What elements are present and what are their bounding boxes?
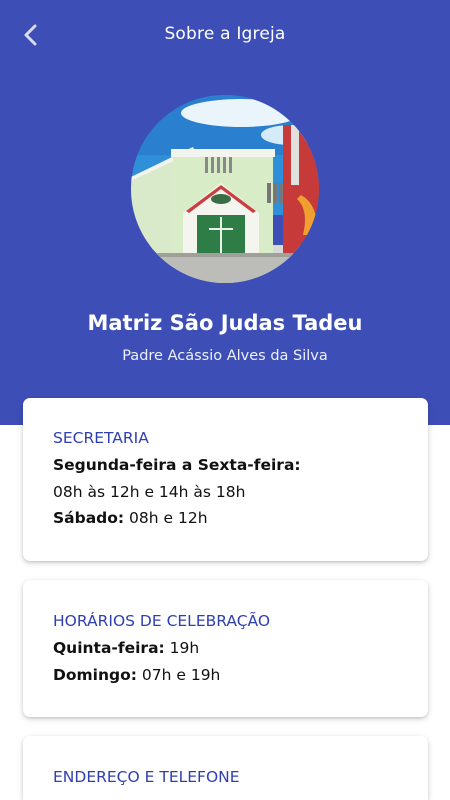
secretaria-weekdays-label: Segunda-feira a Sexta-feira: [53, 456, 301, 474]
celebracao-title: HORÁRIOS DE CELEBRAÇÃO [53, 612, 271, 630]
church-photo [131, 95, 319, 283]
secretaria-title: SECRETARIA [53, 429, 149, 447]
celebracao-thursday: Quinta-feira: 19h [53, 639, 200, 657]
endereco-title: ENDEREÇO E TELEFONE [53, 768, 240, 786]
celebracao-sunday: Domingo: 07h e 19h [53, 666, 221, 684]
page-title: Sobre a Igreja [164, 24, 286, 44]
celebracao-card: HORÁRIOS DE CELEBRAÇÃO Quinta-feira: 19h… [23, 580, 428, 717]
church-name: Matriz São Judas Tadeu [87, 311, 363, 335]
top-bar: Sobre a Igreja [0, 0, 450, 70]
priest-name: Padre Acássio Alves da Silva [122, 348, 328, 364]
secretaria-weekdays-hours: 08h às 12h e 14h às 18h [53, 483, 246, 501]
secretaria-card: SECRETARIA Segunda-feira a Sexta-feira: … [23, 398, 428, 561]
secretaria-saturday: Sábado: 08h e 12h [53, 509, 208, 527]
endereco-card: ENDEREÇO E TELEFONE [23, 736, 428, 800]
